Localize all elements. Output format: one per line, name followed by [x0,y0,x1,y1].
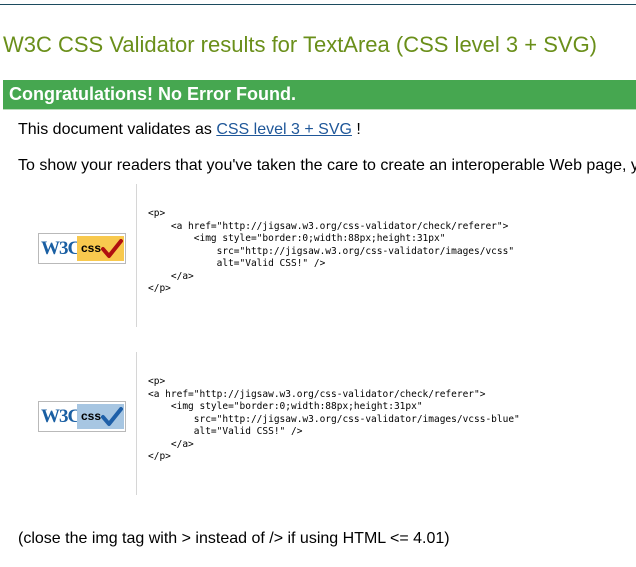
code-separator [136,352,137,495]
validation-prefix: This document validates as [18,121,212,138]
w3c-logo: W3C [41,406,81,427]
w3c-logo: W3C [41,238,81,259]
css-profile-link[interactable]: CSS level 3 + SVG [216,121,352,138]
validation-suffix: ! [356,121,361,138]
success-banner: Congratulations! No Error Found. [3,80,636,110]
red-check-icon [101,239,123,258]
badge-html-snippet: <p> <a href="http://jigsaw.w3.org/css-va… [148,208,515,294]
badge-css-panel: css [77,236,124,261]
blue-check-icon [101,407,123,426]
badge-css-panel: css [77,404,124,429]
badge-html-snippet: <p> <a href="http://jigsaw.w3.org/css-va… [148,376,520,462]
validation-summary: This document validates as CSS level 3 +… [18,121,361,139]
top-divider [0,4,636,5]
code-separator [136,184,137,327]
success-message: Congratulations! No Error Found. [9,84,296,104]
badge-intro-text: To show your readers that you've taken t… [18,157,636,174]
badge-css-label: css [81,409,102,423]
valid-css-badge-blue[interactable]: W3C css [38,401,126,432]
page-title: W3C CSS Validator results for TextArea (… [3,32,598,57]
valid-css-badge-gold[interactable]: W3C css [38,233,126,264]
badge-css-label: css [81,241,102,255]
footer-note: (close the img tag with > instead of /> … [18,530,450,547]
